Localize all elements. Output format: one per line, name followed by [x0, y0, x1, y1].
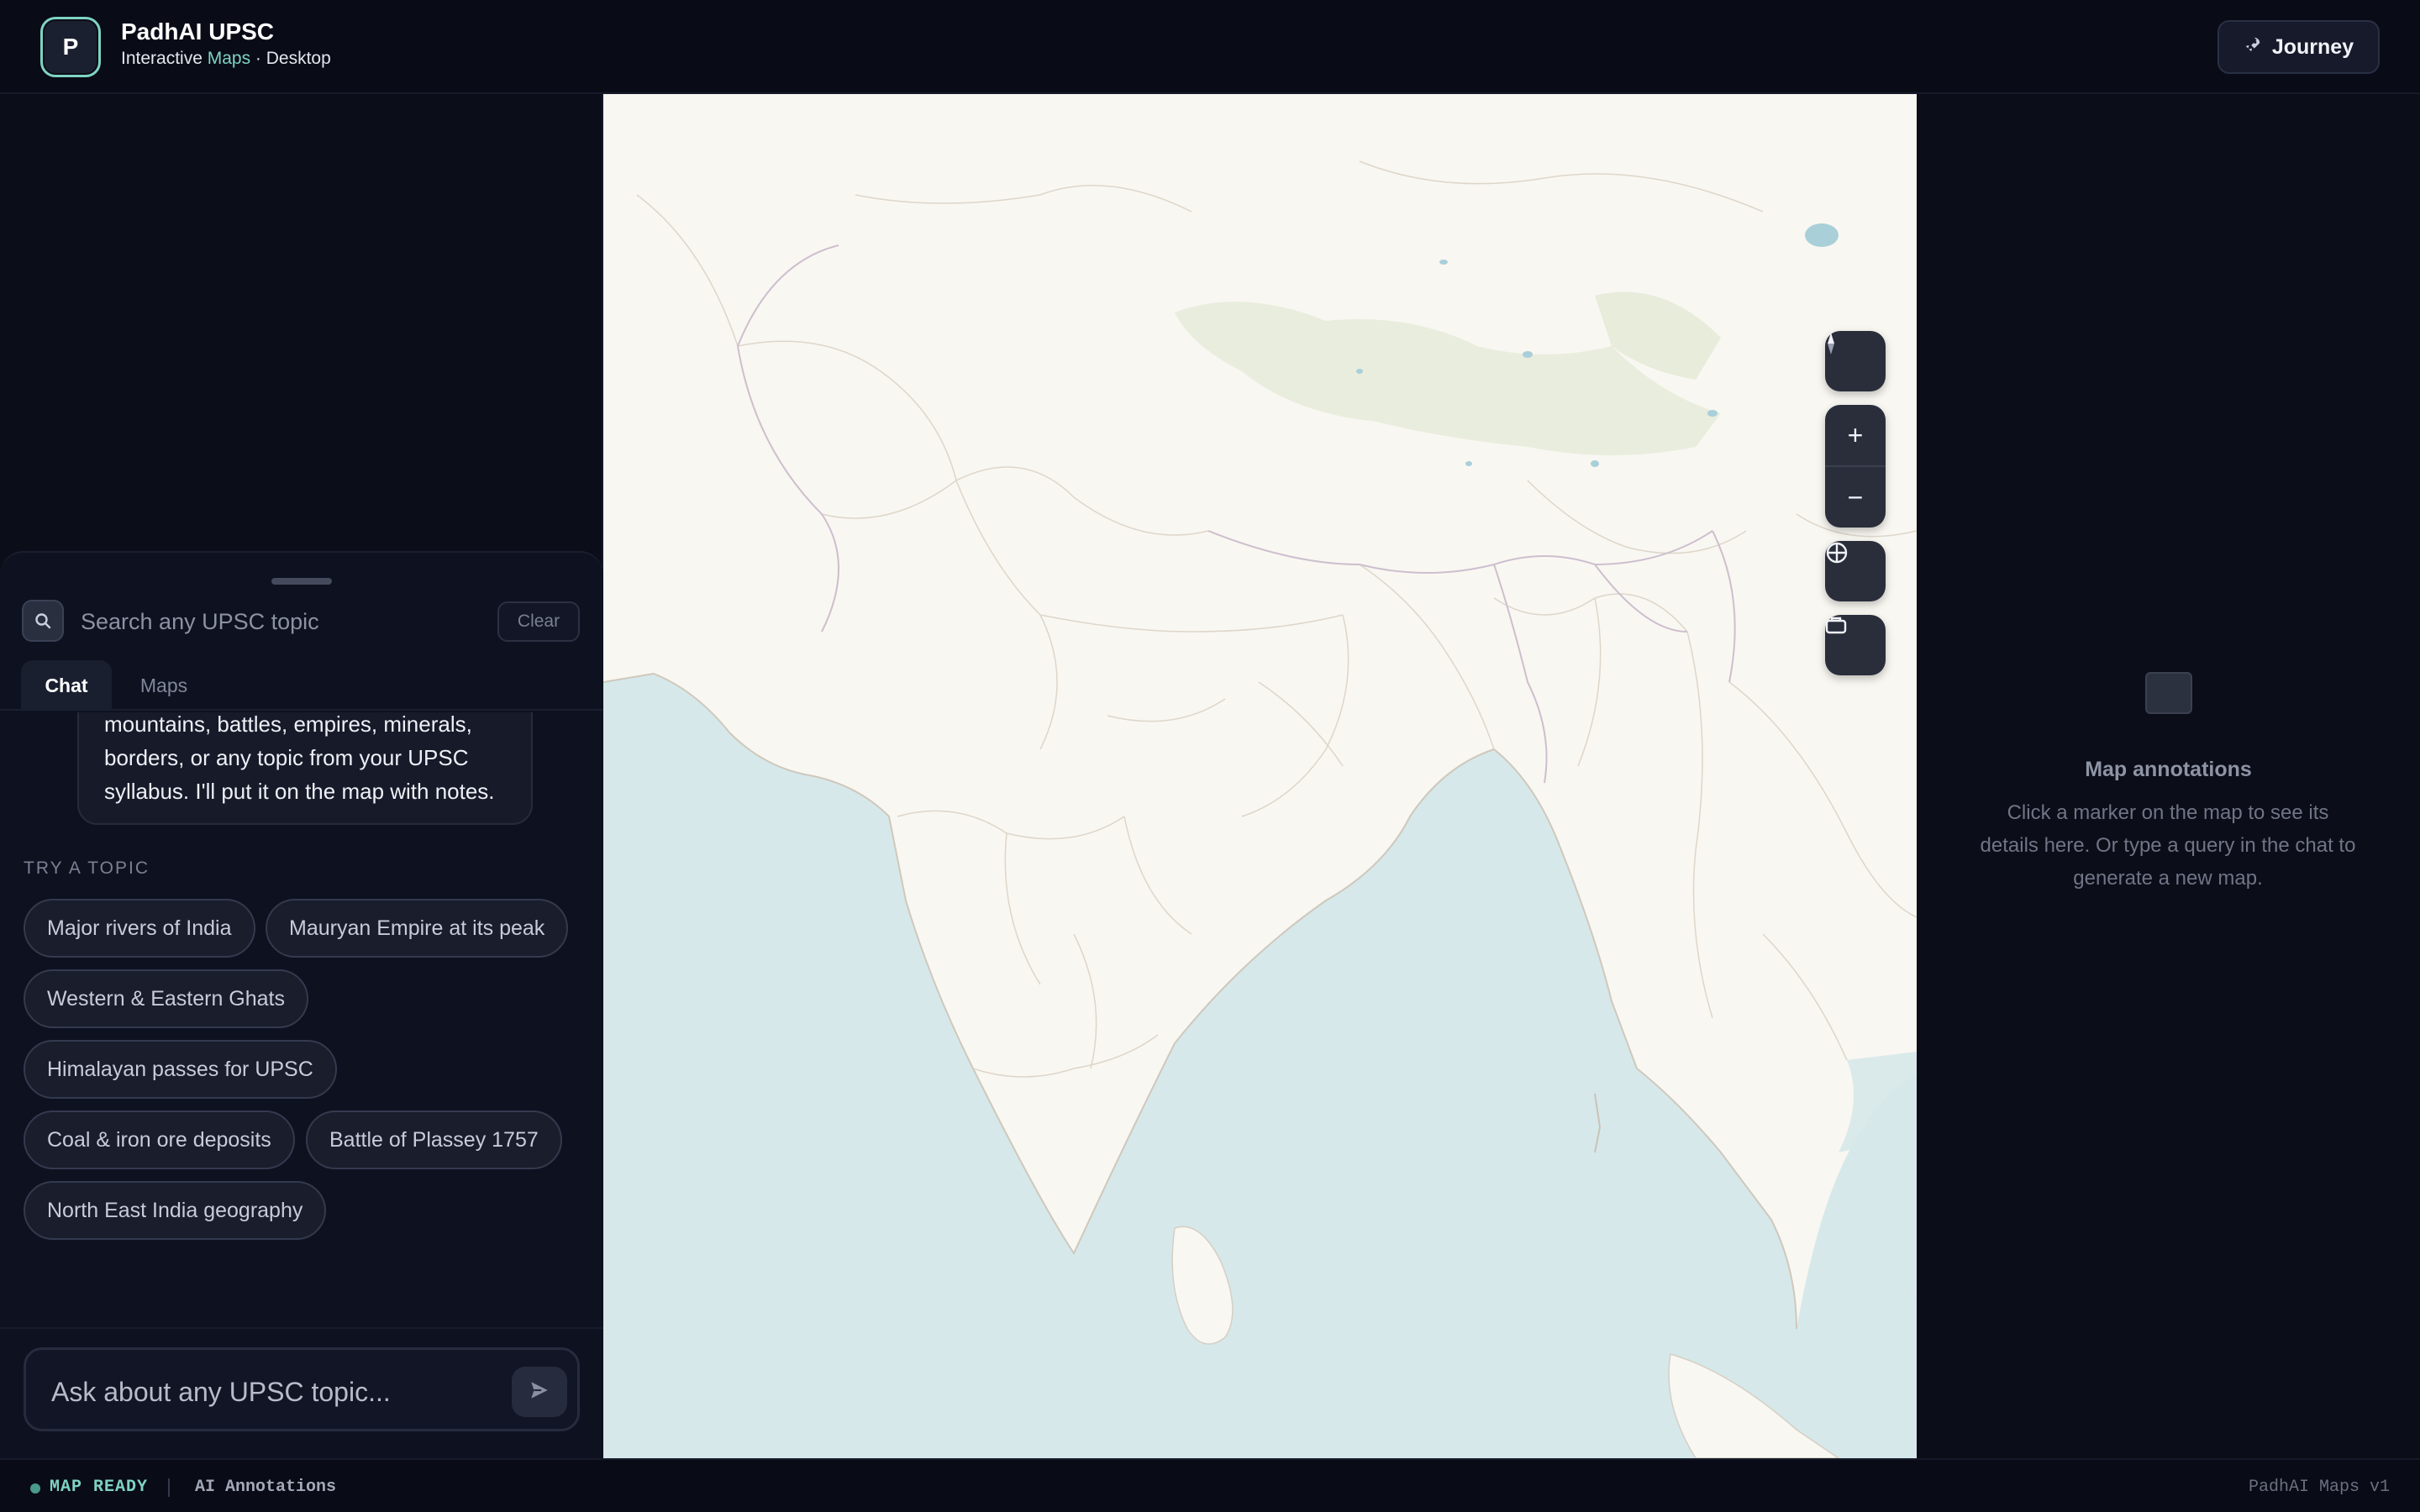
tab-chat[interactable]: Chat	[21, 660, 112, 711]
assistant-message-text: mountains, battles, empires, minerals, b…	[104, 712, 495, 804]
chat-sheet: Clear Chat Maps mountains, battles, empi…	[0, 551, 603, 1458]
footer-divider	[168, 1478, 170, 1497]
app-header: P PadhAI UPSC Interactive Maps · Desktop…	[0, 0, 2420, 94]
map-icon	[2145, 672, 2192, 714]
layers-button[interactable]	[1825, 615, 1886, 675]
chat-input-bar	[24, 1347, 580, 1431]
assistant-message: mountains, battles, empires, minerals, b…	[77, 712, 533, 825]
annotations-panel: Map annotations Click a marker on the ma…	[1917, 94, 2420, 1458]
search-icon[interactable]	[22, 600, 64, 642]
topic-chip[interactable]: North East India geography	[24, 1181, 327, 1240]
map-status: MAP READY	[50, 1478, 149, 1497]
topic-chip[interactable]: Major rivers of India	[24, 899, 255, 958]
clear-button[interactable]: Clear	[497, 601, 580, 642]
topic-chip[interactable]: Battle of Plassey 1757	[306, 1110, 562, 1169]
chat-messages[interactable]: mountains, battles, empires, minerals, b…	[0, 712, 603, 1326]
send-button[interactable]	[512, 1367, 567, 1417]
journey-label: Journey	[2271, 34, 2354, 59]
annotations-title: Map annotations	[2085, 758, 2252, 781]
topic-chip[interactable]: Western & Eastern Ghats	[24, 969, 308, 1028]
zoom-in-button[interactable]: +	[1825, 405, 1886, 465]
subtitle-prefix: Interactive	[121, 49, 208, 68]
annotation-mode: AI Annotations	[195, 1478, 337, 1497]
topic-chip[interactable]: Mauryan Empire at its peak	[266, 899, 569, 958]
panel-tabs: Chat Maps	[0, 660, 603, 711]
compass-button[interactable]	[1825, 331, 1886, 391]
app-version: PadhAI Maps v1	[2248, 1478, 2390, 1497]
annotations-hint: Click a marker on the map to see its det…	[1980, 801, 2356, 890]
status-dot	[30, 1483, 40, 1494]
topic-chip[interactable]: Coal & iron ore deposits	[24, 1110, 295, 1169]
map-canvas[interactable]: + −	[603, 94, 1917, 1458]
try-topic-label: TRY A TOPIC	[24, 858, 150, 878]
search-input[interactable]	[81, 605, 476, 638]
sheet-drag-handle[interactable]	[271, 578, 332, 585]
chat-input[interactable]	[51, 1373, 505, 1410]
zoom-controls: + −	[1825, 405, 1886, 528]
locate-button[interactable]	[1825, 541, 1886, 601]
app-title: PadhAI UPSC	[121, 18, 275, 45]
journey-button[interactable]: Journey	[2217, 20, 2380, 74]
tab-maps[interactable]: Maps	[118, 660, 210, 711]
map-graphic	[603, 160, 1917, 1458]
zoom-out-button[interactable]: −	[1825, 467, 1886, 528]
status-bar: MAP READY AI Annotations PadhAI Maps v1	[0, 1458, 2420, 1512]
subtitle-suffix: · Desktop	[250, 49, 331, 68]
app-subtitle: Interactive Maps · Desktop	[121, 49, 331, 69]
send-icon	[529, 1379, 550, 1405]
subtitle-accent: Maps	[207, 49, 251, 68]
left-panel: Clear Chat Maps mountains, battles, empi…	[0, 94, 603, 1458]
topic-chip[interactable]: Himalayan passes for UPSC	[24, 1040, 337, 1099]
app-logo: P	[40, 17, 101, 77]
input-divider	[0, 1327, 603, 1329]
rocket-icon	[2244, 35, 2262, 59]
